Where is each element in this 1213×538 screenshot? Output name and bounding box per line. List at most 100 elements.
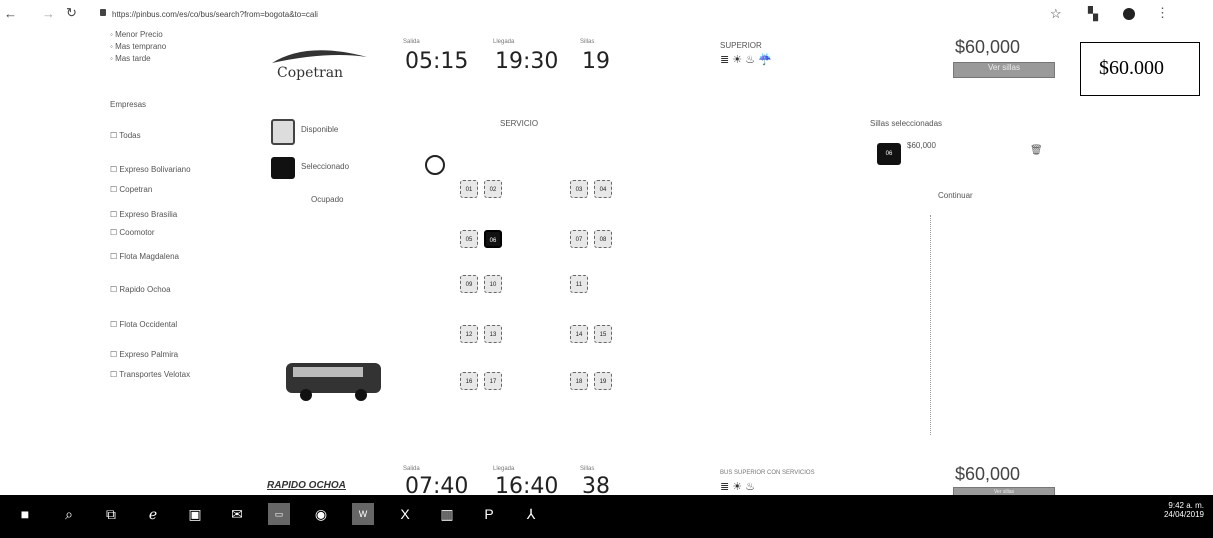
- trash-icon[interactable]: 🗑: [1030, 145, 1043, 156]
- seat[interactable]: 16: [460, 372, 478, 390]
- logo-swoosh-icon: [272, 50, 367, 63]
- sort-option-cheapest[interactable]: ◦ Menor Precio: [110, 30, 163, 39]
- task-view-icon[interactable]: ⧉: [100, 503, 122, 525]
- clock[interactable]: 9:42 a. m. 24/04/2019: [1150, 501, 1204, 519]
- trip-card[interactable]: Copetran Salida 05:15 Llegada 19:30 Sill…: [255, 35, 1075, 95]
- service-name: BUS SUPERIOR CON SERVICIOS: [720, 470, 815, 476]
- menu-dots-icon[interactable]: ⋮: [1156, 5, 1169, 21]
- seat-selected[interactable]: 06: [484, 230, 502, 248]
- seat[interactable]: 02: [484, 180, 502, 198]
- clock-date: 24/04/2019: [1163, 510, 1204, 519]
- company-filter[interactable]: ☐ Flota Magdalena: [110, 252, 179, 261]
- extension-icon[interactable]: ▚: [1088, 6, 1098, 22]
- chart-app-icon[interactable]: ▥: [436, 503, 458, 525]
- windows-start-icon[interactable]: ■: [14, 503, 36, 525]
- seat[interactable]: 01: [460, 180, 478, 198]
- continue-button[interactable]: Continuar: [938, 191, 973, 200]
- chrome-icon[interactable]: ◉: [310, 503, 332, 525]
- seat-grid: 01 02 03 04 05 06 07 08 09 10 11 12 13 1…: [460, 180, 650, 400]
- seat[interactable]: 14: [570, 325, 588, 343]
- sort-label: Mas temprano: [115, 42, 167, 51]
- company-filter[interactable]: ☐ Transportes Velotax: [110, 370, 190, 379]
- bookmark-star-icon[interactable]: ☆: [1050, 6, 1062, 22]
- departure-label: Salida: [403, 466, 420, 472]
- seat[interactable]: 04: [594, 180, 612, 198]
- legend-occupied-label: Ocupado: [311, 195, 344, 204]
- arrival-label: Llegada: [493, 466, 515, 472]
- powerpoint-icon[interactable]: P: [478, 503, 500, 525]
- company-label: Todas: [119, 131, 141, 140]
- sort-option-earliest[interactable]: ◦ Mas temprano: [110, 42, 166, 51]
- steering-wheel-icon: [425, 155, 445, 175]
- sort-option-latest[interactable]: ◦ Mas tarde: [110, 54, 151, 63]
- view-seats-button[interactable]: Ver sillas: [953, 62, 1055, 78]
- company-label: Rapido Ochoa: [119, 285, 171, 294]
- company-name: RAPIDO OCHOA: [267, 480, 346, 491]
- word-icon[interactable]: W: [352, 503, 374, 525]
- seat[interactable]: 18: [570, 372, 588, 390]
- company-logo: Copetran: [267, 43, 377, 83]
- company-label: Expreso Brasilia: [119, 210, 178, 219]
- company-filter[interactable]: ☐ Rapido Ochoa: [110, 285, 171, 294]
- company-label: Expreso Bolivariano: [119, 165, 191, 174]
- edge-browser-icon[interactable]: ℯ: [142, 503, 164, 525]
- reload-icon[interactable]: ↻: [66, 5, 77, 21]
- selected-seat-price: $60,000: [907, 141, 936, 150]
- selected-seat-number: 06: [885, 151, 893, 157]
- companies-section-title: Empresas: [110, 100, 147, 109]
- seat[interactable]: 08: [594, 230, 612, 248]
- company-label: Flota Occidental: [119, 320, 178, 329]
- company-label: Flota Magdalena: [119, 252, 179, 261]
- seat[interactable]: 05: [460, 230, 478, 248]
- selected-seat-badge: 06: [877, 143, 901, 165]
- service-name: SUPERIOR: [720, 41, 762, 50]
- amenities-icons: ≣ ☀ ♨ ☔: [720, 54, 772, 66]
- company-filter[interactable]: ☐ Flota Occidental: [110, 320, 177, 329]
- excel-icon[interactable]: X: [394, 503, 416, 525]
- address-bar[interactable]: https://pinbus.com/es/co/bus/search?from…: [112, 10, 318, 19]
- departure-time: 05:15: [405, 49, 469, 74]
- price-tooltip: $60.000: [1080, 42, 1200, 96]
- lock-icon: [100, 9, 106, 16]
- acrobat-icon[interactable]: ⅄: [520, 503, 542, 525]
- search-icon[interactable]: ⌕: [58, 503, 80, 525]
- trip-price: $60,000: [955, 37, 1021, 57]
- mail-icon[interactable]: ✉: [226, 503, 248, 525]
- sort-label: Menor Precio: [115, 30, 163, 39]
- forward-icon[interactable]: →: [42, 6, 55, 21]
- file-explorer-icon[interactable]: ▭: [268, 503, 290, 525]
- profile-icon[interactable]: [1123, 8, 1135, 20]
- seat[interactable]: 09: [460, 275, 478, 293]
- seat[interactable]: 07: [570, 230, 588, 248]
- seat[interactable]: 17: [484, 372, 502, 390]
- back-icon[interactable]: ←: [4, 6, 17, 21]
- departure-label: Salida: [403, 39, 420, 45]
- seat[interactable]: 11: [570, 275, 588, 293]
- seat[interactable]: 10: [484, 275, 502, 293]
- company-filter-all[interactable]: ☐ Todas: [110, 131, 141, 140]
- company-filter[interactable]: ☐ Expreso Bolivariano: [110, 165, 191, 174]
- seat[interactable]: 13: [484, 325, 502, 343]
- company-filter[interactable]: ☐ Coomotor: [110, 228, 155, 237]
- company-label: Transportes Velotax: [119, 370, 191, 379]
- seat[interactable]: 19: [594, 372, 612, 390]
- selected-seats-title: Sillas seleccionadas: [870, 119, 943, 128]
- arrival-label: Llegada: [493, 39, 515, 45]
- windows-taskbar: ■ ⌕ ⧉ ℯ ▣ ✉ ▭ ◉ W X ▥ P ⅄ 9:42 a. m. 24/…: [0, 495, 1213, 538]
- seats-label: Sillas: [580, 466, 595, 472]
- company-name: Copetran: [277, 65, 344, 81]
- seat[interactable]: 12: [460, 325, 478, 343]
- seats-label: Sillas: [580, 39, 595, 45]
- legend-available-label: Disponible: [301, 125, 339, 134]
- service-title: SERVICIO: [500, 119, 539, 128]
- store-icon[interactable]: ▣: [184, 503, 206, 525]
- company-filter[interactable]: ☐ Expreso Brasilia: [110, 210, 177, 219]
- company-filter[interactable]: ☐ Copetran: [110, 185, 152, 194]
- bus-icon: [286, 363, 381, 401]
- seat[interactable]: 03: [570, 180, 588, 198]
- seat[interactable]: 15: [594, 325, 612, 343]
- trip-card[interactable]: RAPIDO OCHOA Salida 07:40 Llegada 16:40 …: [255, 462, 1075, 499]
- seat-map-panel: Disponible Seleccionado Ocupado SERVICIO…: [255, 105, 1095, 445]
- company-label: Copetran: [119, 185, 153, 194]
- company-filter[interactable]: ☐ Expreso Palmira: [110, 350, 178, 359]
